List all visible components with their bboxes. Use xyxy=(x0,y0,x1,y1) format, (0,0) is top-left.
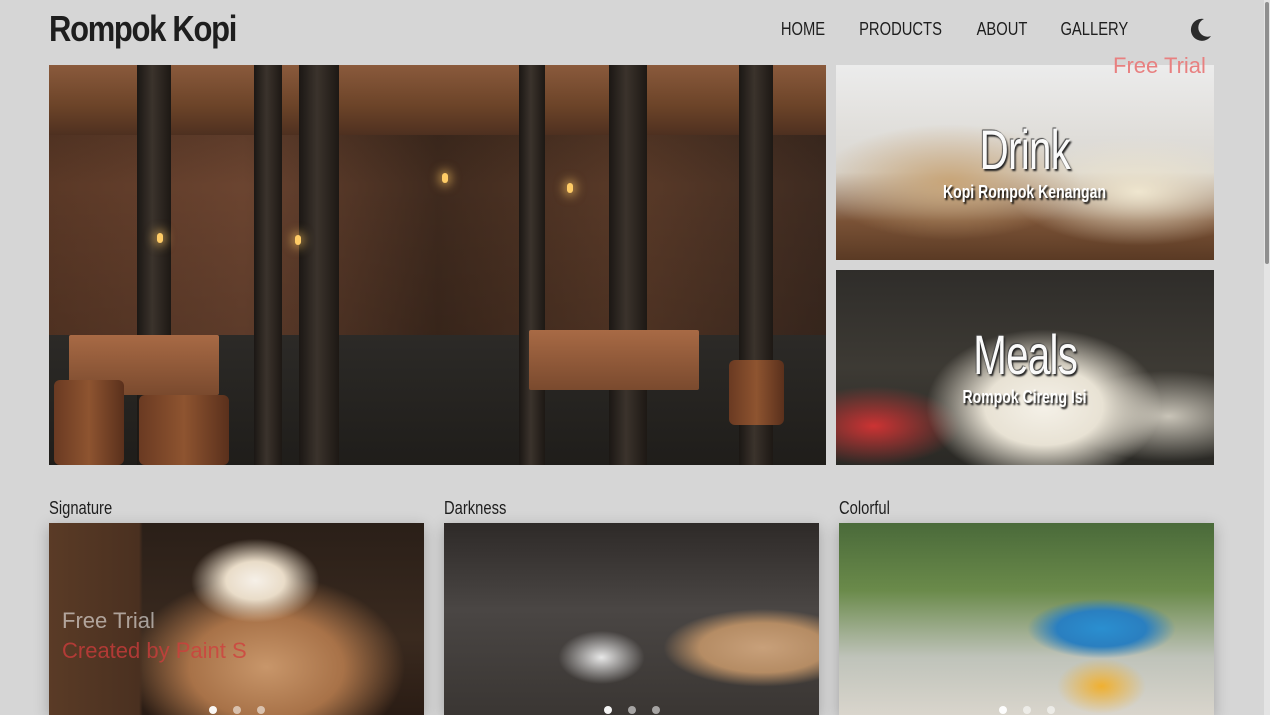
meals-title: Meals xyxy=(973,323,1078,386)
carousel-dot[interactable] xyxy=(627,706,636,714)
wood-stump xyxy=(139,395,229,465)
nav-about[interactable]: ABOUT xyxy=(977,19,1028,40)
wood-table xyxy=(529,330,699,390)
tree-trunk xyxy=(299,65,339,465)
tree-trunk xyxy=(254,65,282,465)
meals-subtitle: Rompok Cireng Isi xyxy=(962,387,1088,407)
hanging-lamp xyxy=(567,183,573,193)
carousel-indicators xyxy=(49,706,424,714)
hanging-lamp xyxy=(442,173,448,183)
brand-logo[interactable]: Rompok Kopi xyxy=(49,8,237,50)
tree-trunk xyxy=(609,65,647,465)
carousel-dot[interactable] xyxy=(603,706,612,714)
main-nav: HOME PRODUCTS ABOUT GALLERY xyxy=(776,19,1162,40)
signature-carousel[interactable] xyxy=(49,523,424,715)
hanging-lamp xyxy=(295,235,301,245)
carousel-indicators xyxy=(839,706,1214,714)
scrollbar-thumb[interactable] xyxy=(1265,2,1269,264)
wood-stump xyxy=(54,380,124,465)
site-header: Rompok Kopi HOME PRODUCTS ABOUT GALLERY xyxy=(49,0,1214,60)
carousel-dot[interactable] xyxy=(208,706,217,714)
drink-title: Drink xyxy=(979,118,1071,181)
carousel-dot[interactable] xyxy=(232,706,241,714)
carousel-dot[interactable] xyxy=(256,706,265,714)
category-label-darkness: Darkness xyxy=(444,498,507,518)
carousel-dot[interactable] xyxy=(1046,706,1055,714)
hero-cafe-image xyxy=(49,65,826,465)
nav-home[interactable]: HOME xyxy=(781,19,825,40)
darkness-carousel[interactable] xyxy=(444,523,819,715)
carousel-indicators xyxy=(444,706,819,714)
drink-subtitle: Kopi Rompok Kenangan xyxy=(943,182,1107,202)
nav-products[interactable]: PRODUCTS xyxy=(859,19,942,40)
meals-card[interactable]: Meals Rompok Cireng Isi xyxy=(836,270,1214,465)
category-label-colorful: Colorful xyxy=(839,498,890,518)
tree-trunk xyxy=(519,65,545,465)
page-scrollbar[interactable] xyxy=(1264,0,1270,715)
category-label-signature: Signature xyxy=(49,498,113,518)
drink-card[interactable]: Drink Kopi Rompok Kenangan xyxy=(836,65,1214,260)
moon-icon[interactable] xyxy=(1186,16,1214,44)
carousel-dot[interactable] xyxy=(1022,706,1031,714)
carousel-dot[interactable] xyxy=(651,706,660,714)
carousel-dot[interactable] xyxy=(998,706,1007,714)
nav-gallery[interactable]: GALLERY xyxy=(1061,19,1129,40)
wood-stool xyxy=(729,360,784,425)
hanging-lamp xyxy=(157,233,163,243)
colorful-carousel[interactable] xyxy=(839,523,1214,715)
